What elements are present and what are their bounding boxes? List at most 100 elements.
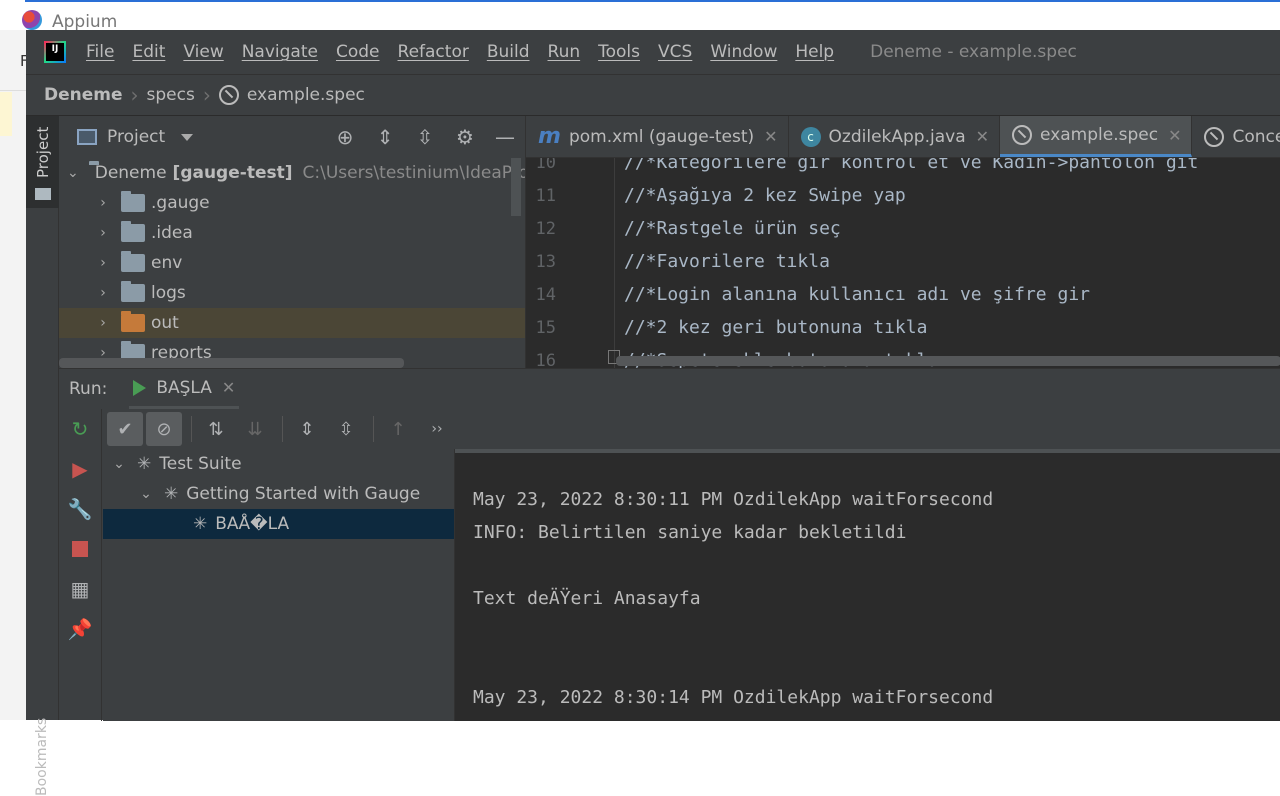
background-highlight <box>0 92 12 136</box>
test-results-tree: ⌄ ✳ Test Suite ⌄ ✳ Getting Started with … <box>103 449 455 721</box>
line-number: 13 <box>535 251 556 272</box>
console-line: May 23, 2022 8:30:14 PM OzdilekApp waitF… <box>473 687 994 708</box>
tree-item-env[interactable]: › env <box>59 248 525 278</box>
tree-item-logs[interactable]: › logs <box>59 278 525 308</box>
expand-all-icon[interactable]: ⇕ <box>365 116 405 158</box>
close-icon[interactable]: ✕ <box>1168 126 1181 145</box>
breadcrumb: Deneme › specs › example.spec <box>26 74 1280 116</box>
breadcrumb-file[interactable]: example.spec <box>247 85 365 105</box>
breadcrumb-folder[interactable]: specs <box>147 85 195 105</box>
chevron-right-icon: › <box>130 83 139 107</box>
run-toolbar: ✔ ⊘ ⇅ ⇊ ⇕ ⇳ ↑ ›› <box>103 409 1280 449</box>
code-line[interactable]: 11 //*Aşağıya 2 kez Swipe yap <box>526 179 1198 212</box>
menu-view[interactable]: View <box>183 42 223 62</box>
running-spinner-icon: ✳ <box>164 484 179 504</box>
tab-pom-xml[interactable]: m pom.xml (gauge-test) ✕ <box>526 116 789 157</box>
line-number: 11 <box>535 185 556 206</box>
test-spec-row[interactable]: ⌄ ✳ Getting Started with Gauge <box>103 479 454 509</box>
background-app-title: Appium <box>52 12 118 32</box>
tab-example-spec[interactable]: example.spec ✕ <box>1000 116 1193 157</box>
rerun-icon[interactable]: ↻ <box>59 409 101 449</box>
menu-window[interactable]: Window <box>710 42 777 62</box>
project-horizontal-scrollbar[interactable] <box>59 358 404 368</box>
intellij-logo-icon: IJ <box>44 41 66 63</box>
collapse-all-icon[interactable]: ⇳ <box>405 116 445 158</box>
project-panel-title[interactable]: Project <box>107 127 165 147</box>
minimize-icon[interactable]: — <box>485 116 525 158</box>
spec-icon <box>218 85 239 105</box>
toolbar-separator <box>191 416 192 442</box>
pin-icon[interactable]: 📌 <box>59 609 101 649</box>
previous-failed-icon[interactable]: ↑ <box>380 412 416 446</box>
test-scenario-row[interactable]: ✳ BAÅ�LA <box>103 509 454 539</box>
code-line[interactable]: 12 //*Rastgele ürün seç <box>526 212 1198 245</box>
run-panel: Run: BAŞLA ✕ ↻ ▶ 🔧 ▦ 📌 ✔ ⊘ ⇅ ⇊ ⇕ ⇳ ↑ ›› … <box>59 368 1280 721</box>
chevron-down-icon[interactable]: ⌄ <box>111 456 127 472</box>
show-ignored-icon[interactable]: ⊘ <box>146 412 182 446</box>
tree-item-gauge[interactable]: › .gauge <box>59 188 525 218</box>
menu-help[interactable]: Help <box>795 42 834 62</box>
expand-all-icon[interactable]: ⇕ <box>289 412 325 446</box>
menu-tools[interactable]: Tools <box>598 42 640 62</box>
chevron-right-icon[interactable]: › <box>95 315 111 331</box>
editor-horizontal-scrollbar[interactable] <box>616 356 1280 366</box>
more-icon[interactable]: ›› <box>419 412 455 446</box>
menu-file[interactable]: File <box>86 42 114 62</box>
stop-icon[interactable] <box>59 529 101 569</box>
chevron-right-icon[interactable]: › <box>95 255 111 271</box>
code-view[interactable]: 10 //*Kategorilere gir kontrol et ve Kadı… <box>526 158 1280 368</box>
menu-refactor[interactable]: Refactor <box>398 42 469 62</box>
menu-build[interactable]: Build <box>487 42 530 62</box>
breadcrumb-project[interactable]: Deneme <box>44 85 123 105</box>
menu-code[interactable]: Code <box>336 42 380 62</box>
chevron-right-icon[interactable]: › <box>95 195 111 211</box>
show-passed-icon[interactable]: ✔ <box>107 412 143 446</box>
chevron-down-icon[interactable]: ⌄ <box>138 486 154 502</box>
spec-icon <box>1012 125 1033 145</box>
project-panel-toolbar: ⊕ ⇕ ⇳ ⚙ — <box>325 116 525 158</box>
locate-icon[interactable]: ⊕ <box>325 116 365 158</box>
folder-icon <box>121 191 145 212</box>
gear-icon[interactable]: ⚙ <box>445 116 485 158</box>
code-line[interactable]: 15 //*2 kez geri butonuna tıkla <box>526 311 1198 344</box>
code-line[interactable]: 10 //*Kategorilere gir kontrol et ve Kadı… <box>526 158 1199 179</box>
menu-vcs[interactable]: VCS <box>658 42 692 62</box>
sort-alpha-icon[interactable]: ⇅ <box>198 412 234 446</box>
tree-item-label: logs <box>151 283 186 303</box>
code-line[interactable]: 14 //*Login alanına kullanıcı adı ve şifr… <box>526 278 1198 311</box>
tab-concept[interactable]: Concept.cp <box>1192 116 1280 157</box>
chevron-right-icon[interactable]: › <box>95 225 111 241</box>
menu-navigate[interactable]: Navigate <box>242 42 318 62</box>
rerun-failed-icon[interactable]: ▶ <box>59 449 101 489</box>
wrench-icon[interactable]: 🔧 <box>59 489 101 529</box>
close-icon[interactable]: ✕ <box>976 127 989 146</box>
chevron-right-icon[interactable]: › <box>95 285 111 301</box>
maven-icon: m <box>538 124 561 149</box>
test-suite-row[interactable]: ⌄ ✳ Test Suite <box>103 449 454 479</box>
project-vertical-scrollbar[interactable] <box>511 158 521 216</box>
tree-root-row[interactable]: ⌄ Deneme [gauge-test] C:\Users\testinium… <box>59 158 529 188</box>
code-line[interactable]: 13 //*Favorilere tıkla <box>526 245 1198 278</box>
layout-icon[interactable]: ▦ <box>59 569 101 609</box>
tree-item-idea[interactable]: › .idea <box>59 218 525 248</box>
menu-run[interactable]: Run <box>548 42 581 62</box>
tree-item-out[interactable]: › out <box>59 308 525 338</box>
project-tool-label: Project <box>34 126 52 178</box>
project-tool-tab[interactable]: Project <box>26 116 59 208</box>
folder-icon <box>121 251 145 272</box>
chevron-down-icon[interactable]: ⌄ <box>67 165 79 181</box>
bookmarks-tool-label[interactable]: Bookmarks <box>34 718 50 796</box>
collapse-all-icon[interactable]: ⇳ <box>328 412 364 446</box>
sort-duration-icon[interactable]: ⇊ <box>237 412 273 446</box>
menu-edit[interactable]: Edit <box>132 42 165 62</box>
tree-item-label: .gauge <box>151 193 210 213</box>
chevron-down-icon[interactable] <box>181 133 194 141</box>
close-icon[interactable]: ✕ <box>222 378 235 397</box>
console-output[interactable]: May 23, 2022 8:30:11 PM OzdilekApp waitF… <box>455 449 1280 721</box>
chevron-right-icon: › <box>202 83 211 107</box>
run-tab-basla[interactable]: BAŞLA ✕ <box>129 369 240 409</box>
root-name: Deneme <box>94 163 167 183</box>
close-icon[interactable]: ✕ <box>764 127 777 146</box>
tab-ozdilekapp-java[interactable]: c OzdilekApp.java ✕ <box>789 116 1001 157</box>
